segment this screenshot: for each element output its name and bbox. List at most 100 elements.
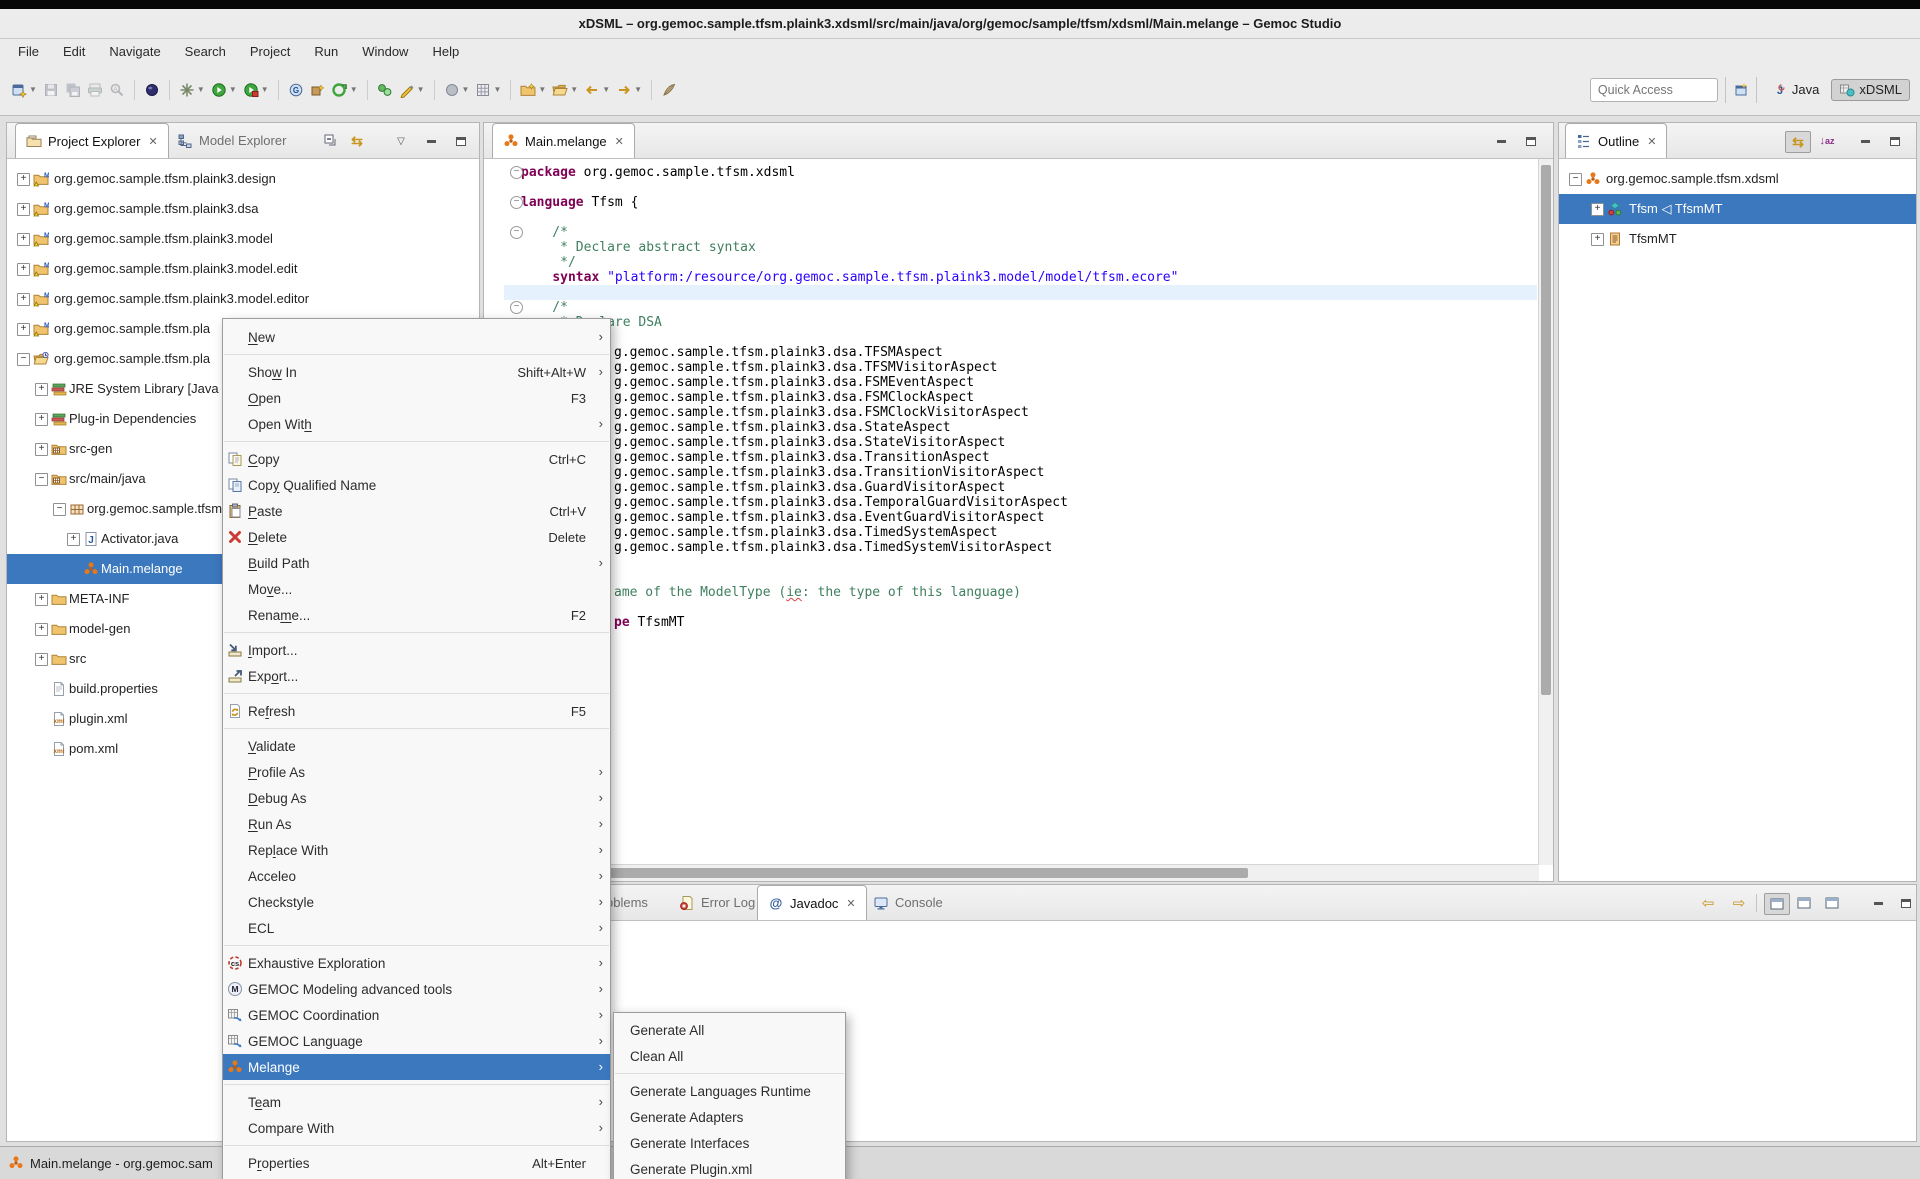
- menu-item-copy-qualified-name[interactable]: Copy Qualified Name: [223, 472, 610, 498]
- run-last-button[interactable]: ▼: [240, 77, 272, 103]
- menu-item-rename[interactable]: Rename...F2: [223, 602, 610, 628]
- menu-item-export[interactable]: Export...: [223, 663, 610, 689]
- menu-item-open[interactable]: OpenF3: [223, 385, 610, 411]
- expand-icon[interactable]: +: [35, 623, 48, 636]
- perspective-button-xdsml[interactable]: xDSML: [1831, 79, 1910, 101]
- close-icon[interactable]: ✕: [148, 135, 157, 148]
- menu-item-copy[interactable]: CopyCtrl+C: [223, 446, 610, 472]
- menu-item-properties[interactable]: PropertiesAlt+Enter: [223, 1150, 610, 1176]
- menu-item-refresh[interactable]: RefreshF5: [223, 698, 610, 724]
- tab-project-explorer[interactable]: Project Explorer✕: [15, 123, 169, 158]
- menu-item-import[interactable]: Import...: [223, 637, 610, 663]
- expand-icon[interactable]: +: [35, 443, 48, 456]
- chevron-down-icon[interactable]: ▼: [538, 85, 546, 94]
- scrollbar-thumb[interactable]: [1541, 165, 1551, 695]
- open-perspective-icon[interactable]: [1733, 82, 1749, 98]
- menu-item-generate-interfaces[interactable]: Generate Interfaces: [614, 1130, 845, 1156]
- editor-tab-main-melange[interactable]: Main.melange ✕: [492, 123, 635, 158]
- favorites-button[interactable]: ▼: [517, 77, 549, 103]
- fold-collapse-icon[interactable]: −: [510, 166, 523, 179]
- back-icon[interactable]: ⇦: [1696, 893, 1720, 913]
- expand-icon[interactable]: +: [35, 593, 48, 606]
- menubar-item-edit[interactable]: Edit: [51, 41, 97, 62]
- menu-item-acceleo[interactable]: Acceleo›: [223, 863, 610, 889]
- expand-icon[interactable]: +: [17, 203, 30, 216]
- menu-item-delete[interactable]: DeleteDelete: [223, 524, 610, 550]
- menu-item-checkstyle[interactable]: Checkstyle›: [223, 889, 610, 915]
- chevron-down-icon[interactable]: ▼: [350, 85, 358, 94]
- code-editor[interactable]: package org.gemoc.sample.tfsm.xdsml−lang…: [484, 159, 1553, 881]
- horizontal-scrollbar[interactable]: [484, 864, 1539, 881]
- menu-item-gemoc-language[interactable]: GEMOC Language›: [223, 1028, 610, 1054]
- minimize-panel-icon[interactable]: [1866, 893, 1890, 913]
- expand-icon[interactable]: +: [1591, 203, 1604, 216]
- menu-item-open-with[interactable]: Open With›: [223, 411, 610, 437]
- chevron-down-icon[interactable]: ▼: [197, 85, 205, 94]
- expand-icon[interactable]: +: [67, 533, 80, 546]
- annotate-button[interactable]: ▼: [396, 77, 428, 103]
- menu-item-replace-with[interactable]: Replace With›: [223, 837, 610, 863]
- menu-item-build-path[interactable]: Build Path›: [223, 550, 610, 576]
- close-icon[interactable]: ✕: [615, 135, 624, 148]
- external-tools-button[interactable]: ▼: [176, 77, 208, 103]
- tree-item-org-gemoc-sample-tfsm-plaink3-dsa[interactable]: +Morg.gemoc.sample.tfsm.plaink3.dsa: [7, 194, 479, 224]
- collapse-icon[interactable]: −: [1569, 173, 1582, 186]
- menu-item-ecl[interactable]: ECL›: [223, 915, 610, 941]
- menu-item-exhaustive-exploration[interactable]: csExhaustive Exploration›: [223, 950, 610, 976]
- menu-item-generate-adapters[interactable]: Generate Adapters: [614, 1104, 845, 1130]
- menubar-item-help[interactable]: Help: [420, 41, 471, 62]
- tab-console[interactable]: Console: [863, 885, 953, 920]
- menubar-item-project[interactable]: Project: [238, 41, 302, 62]
- menu-item-new[interactable]: New›: [223, 324, 610, 350]
- maximize-panel-icon[interactable]: [449, 131, 473, 151]
- menu-item-run-as[interactable]: Run As›: [223, 811, 610, 837]
- expand-icon[interactable]: +: [17, 263, 30, 276]
- menu-item-melange[interactable]: Melange›: [223, 1054, 610, 1080]
- chevron-down-icon[interactable]: ▼: [493, 85, 501, 94]
- forward-button[interactable]: ▼: [613, 77, 645, 103]
- expand-icon[interactable]: +: [35, 383, 48, 396]
- menu-item-team[interactable]: Team›: [223, 1089, 610, 1115]
- chevron-down-icon[interactable]: ▼: [229, 85, 237, 94]
- tab-model-explorer[interactable]: Model Explorer: [167, 123, 296, 158]
- quick-access-input[interactable]: [1590, 78, 1718, 102]
- link-with-editor-icon[interactable]: ⇆: [1785, 131, 1811, 153]
- close-icon[interactable]: ✕: [1647, 135, 1656, 148]
- perspective-button-java[interactable]: JJava: [1764, 79, 1827, 101]
- model-elements-button[interactable]: [374, 77, 396, 103]
- close-icon[interactable]: ✕: [846, 897, 855, 910]
- tree-item-org-gemoc-sample-tfsm-plaink3-model[interactable]: +Morg.gemoc.sample.tfsm.plaink3.model: [7, 224, 479, 254]
- tree-item-org-gemoc-sample-tfsm-plaink3-model-edit[interactable]: +Morg.gemoc.sample.tfsm.plaink3.model.ed…: [7, 254, 479, 284]
- vertical-scrollbar[interactable]: [1538, 159, 1553, 865]
- menu-item-validate[interactable]: Validate: [223, 733, 610, 759]
- outline-item-tfsm-tfsmmt[interactable]: +Tfsm ◁ TfsmMT: [1559, 194, 1916, 224]
- outline-tab[interactable]: Outline ✕: [1565, 123, 1667, 158]
- collapse-icon[interactable]: −: [17, 353, 30, 366]
- minimize-editor-icon[interactable]: [1489, 131, 1513, 151]
- grid-button[interactable]: ▼: [472, 77, 504, 103]
- tree-item-org-gemoc-sample-tfsm-plaink3-design[interactable]: +Morg.gemoc.sample.tfsm.plaink3.design: [7, 164, 479, 194]
- acceleo-button[interactable]: [141, 77, 163, 103]
- expand-icon[interactable]: +: [35, 413, 48, 426]
- minimize-panel-icon[interactable]: [419, 131, 443, 151]
- collapse-icon[interactable]: −: [53, 503, 66, 516]
- chevron-down-icon[interactable]: ▼: [634, 85, 642, 94]
- menu-item-compare-with[interactable]: Compare With›: [223, 1115, 610, 1141]
- menubar-item-file[interactable]: File: [6, 41, 51, 62]
- link-with-editor-icon[interactable]: ⇆: [345, 131, 369, 151]
- expand-icon[interactable]: +: [17, 293, 30, 306]
- open-resource-button[interactable]: ▼: [549, 77, 581, 103]
- maximize-editor-icon[interactable]: [1519, 131, 1543, 151]
- format-button[interactable]: [658, 77, 680, 103]
- chevron-down-icon[interactable]: ▼: [462, 85, 470, 94]
- expand-icon[interactable]: +: [17, 173, 30, 186]
- menu-item-move[interactable]: Move...: [223, 576, 610, 602]
- expand-icon[interactable]: +: [35, 653, 48, 666]
- outline-item-org-gemoc-sample-tfsm-xdsml[interactable]: −org.gemoc.sample.tfsm.xdsml: [1559, 164, 1916, 194]
- minimize-panel-icon[interactable]: [1853, 131, 1877, 151]
- stop-button[interactable]: ▼: [441, 77, 473, 103]
- menu-item-clean-all[interactable]: Clean All: [614, 1043, 845, 1069]
- expand-icon[interactable]: +: [17, 323, 30, 336]
- chevron-down-icon[interactable]: ▼: [29, 85, 37, 94]
- chevron-down-icon[interactable]: ▼: [261, 85, 269, 94]
